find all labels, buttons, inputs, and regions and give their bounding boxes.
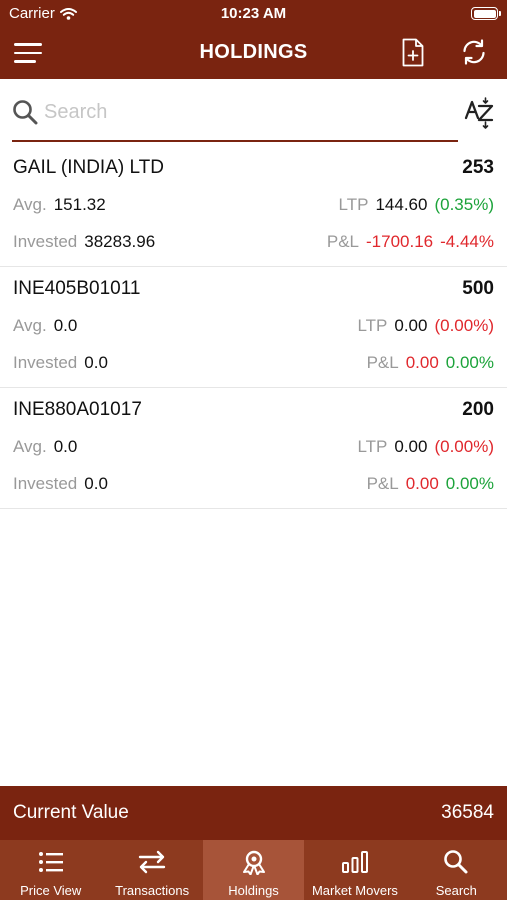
holdings-badge-icon bbox=[242, 850, 265, 875]
invested-label: Invested bbox=[13, 353, 78, 372]
avg-value: 0.0 bbox=[53, 437, 78, 456]
ltp-change: (0.35%) bbox=[434, 195, 494, 214]
tab-market-movers[interactable]: Market Movers bbox=[304, 840, 405, 900]
pnl-percent: 0.00% bbox=[445, 474, 494, 493]
tab-label: Search bbox=[435, 883, 477, 898]
tab-bar: Price View Transactions Holdings Market … bbox=[0, 840, 507, 900]
avg-label: Avg. bbox=[13, 316, 47, 335]
sort-az-icon[interactable] bbox=[464, 97, 496, 129]
pnl-value: 0.00 bbox=[405, 353, 439, 372]
tab-holdings[interactable]: Holdings bbox=[202, 840, 305, 900]
tab-label: Transactions bbox=[115, 883, 190, 898]
ltp-label: LTP bbox=[357, 437, 388, 456]
tab-search[interactable]: Search bbox=[406, 840, 507, 900]
battery-icon bbox=[471, 7, 501, 20]
search-icon bbox=[444, 850, 468, 874]
clock: 10:23 AM bbox=[220, 5, 287, 22]
tab-transactions[interactable]: Transactions bbox=[101, 840, 202, 900]
avg-label: Avg. bbox=[13, 437, 47, 456]
holding-item[interactable]: INE405B01011 500 Avg. 0.0 LTP 0.00 (0.00%) … bbox=[0, 267, 507, 388]
pnl-label: P&L bbox=[366, 353, 399, 372]
list-icon bbox=[38, 852, 63, 872]
holding-quantity: 200 bbox=[462, 399, 494, 420]
pnl-value: 0.00 bbox=[405, 474, 439, 493]
pnl-percent: -4.44% bbox=[440, 232, 494, 251]
invested-label: Invested bbox=[13, 474, 78, 493]
tab-label: Price View bbox=[20, 883, 82, 898]
current-value-bar: Current Value 36584 bbox=[0, 786, 507, 840]
navigation-bar: HOLDINGS bbox=[0, 28, 507, 79]
ltp-value: 0.00 bbox=[394, 437, 428, 456]
refresh-icon[interactable] bbox=[461, 39, 487, 65]
holding-name: INE880A01017 bbox=[13, 399, 142, 420]
invested-label: Invested bbox=[13, 232, 78, 251]
pnl-label: P&L bbox=[366, 474, 399, 493]
holding-quantity: 253 bbox=[462, 157, 494, 178]
invested-value: 38283.96 bbox=[84, 232, 156, 251]
tab-label: Holdings bbox=[228, 883, 279, 898]
search-bar bbox=[0, 79, 507, 143]
ltp-change: (0.00%) bbox=[434, 316, 494, 335]
search-input[interactable] bbox=[44, 98, 444, 126]
swap-arrows-icon bbox=[138, 850, 166, 874]
invested-value: 0.0 bbox=[84, 353, 108, 372]
status-bar: Carrier 10:23 AM bbox=[0, 0, 507, 28]
ltp-value: 0.00 bbox=[394, 316, 428, 335]
ltp-value: 144.60 bbox=[375, 195, 428, 214]
pnl-percent: 0.00% bbox=[445, 353, 494, 372]
holdings-list: GAIL (INDIA) LTD 253 Avg. 151.32 LTP 144.6… bbox=[0, 146, 507, 509]
invested-value: 0.0 bbox=[84, 474, 108, 493]
holding-name: INE405B01011 bbox=[13, 278, 141, 299]
ltp-label: LTP bbox=[338, 195, 369, 214]
page-title: HOLDINGS bbox=[199, 41, 308, 63]
holding-name: GAIL (INDIA) LTD bbox=[13, 157, 164, 178]
avg-value: 151.32 bbox=[53, 195, 106, 214]
holding-item[interactable]: GAIL (INDIA) LTD 253 Avg. 151.32 LTP 144.6… bbox=[0, 146, 507, 267]
current-value-label: Current Value bbox=[13, 802, 129, 823]
bar-chart-icon bbox=[341, 851, 368, 873]
avg-label: Avg. bbox=[13, 195, 47, 214]
tab-label: Market Movers bbox=[311, 883, 398, 898]
search-icon bbox=[13, 100, 38, 125]
add-document-icon[interactable] bbox=[402, 38, 424, 67]
current-value-amount: 36584 bbox=[441, 802, 494, 823]
ltp-label: LTP bbox=[357, 316, 388, 335]
tab-price-view[interactable]: Price View bbox=[0, 840, 101, 900]
pnl-label: P&L bbox=[326, 232, 359, 251]
holding-quantity: 500 bbox=[462, 278, 494, 299]
ltp-change: (0.00%) bbox=[434, 437, 494, 456]
search-underline bbox=[12, 140, 458, 142]
pnl-value: -1700.16 bbox=[366, 232, 434, 251]
avg-value: 0.0 bbox=[53, 316, 78, 335]
holding-item[interactable]: INE880A01017 200 Avg. 0.0 LTP 0.00 (0.00%) … bbox=[0, 388, 507, 509]
